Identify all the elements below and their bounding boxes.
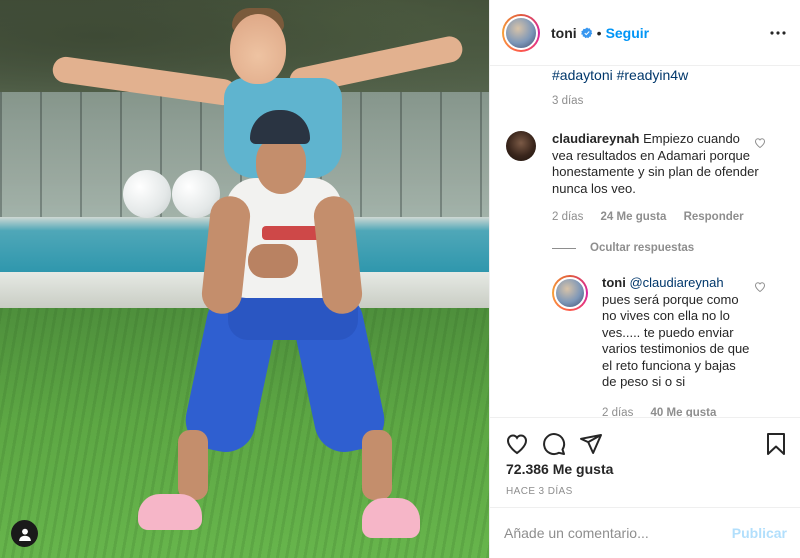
photo-man-shin — [362, 430, 392, 500]
heart-icon[interactable] — [754, 137, 766, 149]
reply-time[interactable]: 2 días — [602, 407, 633, 417]
comment-username[interactable]: claudiareynah — [552, 131, 639, 146]
caption-time[interactable]: 3 días — [552, 95, 583, 107]
post-actions — [490, 417, 800, 465]
reply-item: toni @claudiareynah pues será porque com… — [552, 275, 800, 417]
commenter-avatar[interactable] — [506, 131, 536, 161]
caption-hashtags[interactable]: #adaytoni #readyin4w — [552, 67, 688, 83]
post-side-panel: toni • Seguir #adaytoni #readyin4w 3 día… — [489, 0, 800, 558]
share-icon[interactable] — [579, 432, 603, 456]
photo-man-face — [256, 138, 306, 194]
hide-replies-label: Ocultar respuestas — [590, 242, 695, 254]
comment-likes[interactable]: 24 Me gusta — [601, 211, 667, 223]
verified-badge-icon — [580, 27, 592, 38]
add-comment-section: Publicar — [490, 507, 800, 558]
bookmark-icon[interactable] — [764, 432, 788, 456]
user-tag-button[interactable] — [11, 520, 38, 547]
post-date[interactable]: HACE 3 DÍAS — [506, 486, 573, 497]
author-username[interactable]: toni — [551, 25, 577, 41]
header-separator: • — [596, 24, 602, 41]
comment-input[interactable] — [504, 521, 714, 545]
publish-button[interactable]: Publicar — [732, 525, 787, 541]
comment-icon[interactable] — [542, 432, 566, 456]
follow-button[interactable]: Seguir — [606, 25, 650, 41]
post-header: toni • Seguir — [490, 0, 800, 66]
reply-author-avatar[interactable] — [552, 275, 588, 311]
photo-man-hands — [248, 244, 298, 278]
author-avatar[interactable] — [502, 13, 540, 52]
reply-meta: 2 días 40 Me gusta — [602, 407, 730, 417]
photo-man-shoe — [138, 494, 202, 530]
instagram-post: toni • Seguir #adaytoni #readyin4w 3 día… — [0, 0, 800, 558]
user-tag-icon — [18, 528, 31, 541]
hide-replies-button[interactable]: Ocultar respuestas — [552, 242, 694, 254]
likes-count[interactable]: 72.386 Me gusta — [506, 461, 613, 477]
hide-replies-line — [552, 247, 576, 249]
reply-username[interactable]: toni — [602, 275, 626, 290]
photo-exercise-ball — [123, 170, 171, 218]
photo-man-shin — [178, 430, 208, 500]
reply-author-avatar-image — [554, 277, 586, 309]
comment-meta: 2 días 24 Me gusta Responder — [552, 211, 758, 223]
author-avatar-image — [504, 15, 538, 50]
more-options-icon[interactable] — [769, 24, 787, 42]
reply-likes[interactable]: 40 Me gusta — [651, 407, 717, 417]
reply-body: toni @claudiareynah pues será porque com… — [602, 275, 752, 391]
comments-list[interactable]: #adaytoni #readyin4w 3 días claudiareyna… — [490, 67, 800, 417]
heart-icon[interactable] — [754, 281, 766, 293]
heart-icon[interactable] — [505, 432, 529, 456]
photo-man-shoe — [362, 498, 420, 538]
reply-mention[interactable]: @claudiareynah — [629, 275, 723, 290]
comment-body: claudiareynah Empiezo cuando vea resulta… — [552, 131, 762, 197]
post-photo[interactable] — [0, 0, 489, 558]
comment-time[interactable]: 2 días — [552, 211, 583, 223]
photo-man-shirt-print — [262, 226, 322, 240]
comment-item: claudiareynah Empiezo cuando vea resulta… — [506, 131, 786, 231]
reply-text: pues será porque como no vives con ella … — [602, 291, 750, 390]
reply-button[interactable]: Responder — [684, 211, 744, 223]
photo-woman-head — [230, 14, 286, 84]
